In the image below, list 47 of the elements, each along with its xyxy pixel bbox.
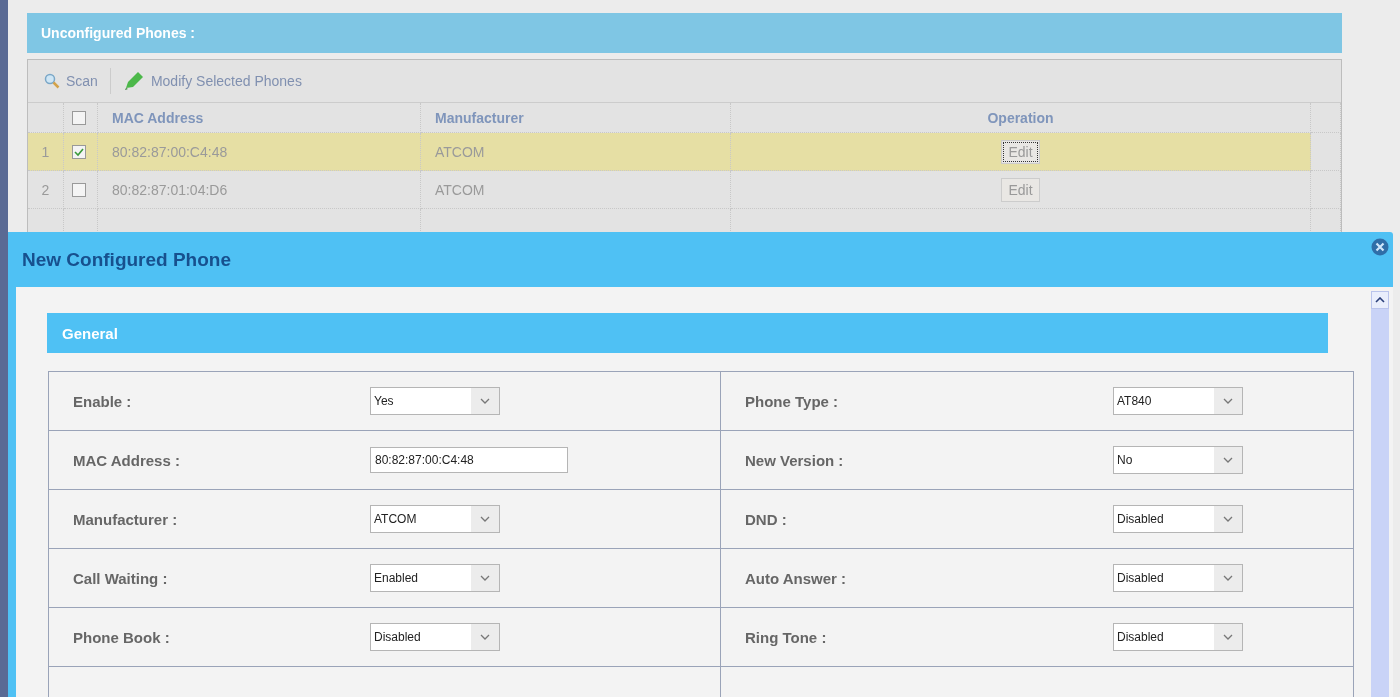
dialog-title: New Configured Phone <box>22 248 231 271</box>
dropdown[interactable]: Disabled <box>1113 623 1243 651</box>
panel-header: Unconfigured Phones : <box>27 13 1342 53</box>
dropdown[interactable]: ATCOM <box>370 505 500 533</box>
scroll-up-button[interactable] <box>1371 291 1389 309</box>
field-label: Phone Book : <box>73 628 171 646</box>
close-icon[interactable] <box>1371 238 1389 256</box>
dropdown[interactable]: Yes <box>370 387 500 415</box>
chevron-down-icon <box>480 516 490 522</box>
search-icon <box>44 73 60 89</box>
dropdown[interactable]: Disabled <box>1113 505 1243 533</box>
field-label: Ring Tone : <box>745 628 828 646</box>
pencil-icon <box>122 71 145 91</box>
section-header: General <box>47 313 1328 353</box>
table-cell: ATCOM <box>435 181 485 198</box>
checkbox[interactable] <box>72 182 86 197</box>
dropdown[interactable]: AT840 <box>1113 387 1243 415</box>
dropdown[interactable]: No <box>1113 446 1243 474</box>
dropdown[interactable]: Disabled <box>1113 564 1243 592</box>
scrollbar[interactable] <box>1371 291 1389 697</box>
field-label: Auto Answer : <box>745 569 848 587</box>
field-label: New Version : <box>745 451 845 469</box>
table-cell: 80:82:87:00:C4:48 <box>112 143 228 160</box>
chevron-down-icon <box>1223 575 1233 581</box>
field-label: Phone Type : <box>745 392 840 410</box>
row-number: 2 <box>41 181 50 198</box>
field-label: DND : <box>745 510 788 528</box>
field-label: Manufacturer : <box>73 510 179 528</box>
text-field[interactable]: 80:82:87:00:C4:48 <box>370 447 568 473</box>
row-number: 1 <box>41 143 50 160</box>
chevron-down-icon <box>1223 516 1233 522</box>
field-label: Enable : <box>73 392 133 410</box>
chevron-down-icon <box>480 634 490 640</box>
dropdown[interactable]: Enabled <box>370 564 500 592</box>
table-cell: ATCOM <box>435 143 485 160</box>
chevron-up-icon <box>1375 297 1385 303</box>
table-cell: 80:82:87:01:04:D6 <box>112 181 228 198</box>
checkbox[interactable] <box>72 144 86 159</box>
chevron-down-icon <box>480 398 490 404</box>
chevron-down-icon <box>1223 457 1233 463</box>
chevron-down-icon <box>480 575 490 581</box>
field-label: Call Waiting : <box>73 569 169 587</box>
chevron-down-icon <box>1223 398 1233 404</box>
chevron-down-icon <box>1223 634 1233 640</box>
dropdown[interactable]: Disabled <box>370 623 500 651</box>
checkbox[interactable] <box>72 110 86 125</box>
field-label: MAC Address : <box>73 451 181 469</box>
